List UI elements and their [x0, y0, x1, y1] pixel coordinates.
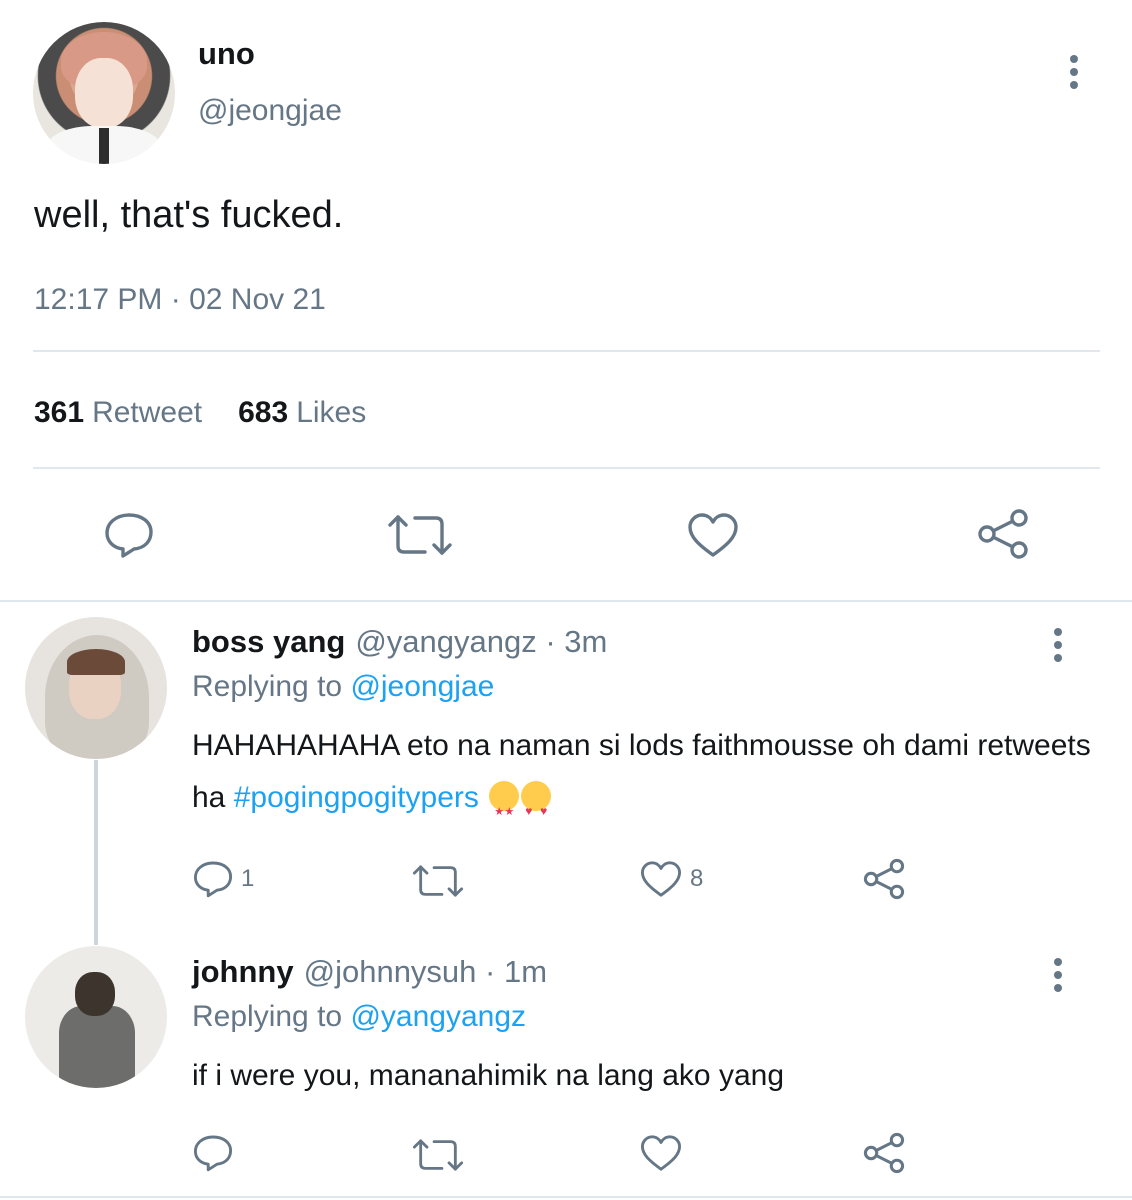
- reply-text: HAHAHAHAHA eto na naman si lods faithmou…: [192, 720, 1092, 838]
- reply-display-name[interactable]: johnny: [192, 954, 294, 989]
- reply-icon: [193, 861, 233, 898]
- retweet-stat[interactable]: 361 Retweet: [34, 396, 202, 430]
- retweet-icon[interactable]: [387, 514, 453, 556]
- replying-to-link[interactable]: @jeongjae: [350, 670, 494, 703]
- share-icon[interactable]: [863, 1132, 905, 1174]
- retweet-icon[interactable]: [412, 864, 464, 898]
- tweet-stats: 361 Retweet 683 Likes: [34, 396, 366, 430]
- divider: [0, 600, 1132, 602]
- star-struck-emoji: [489, 781, 520, 838]
- replying-to-prefix: Replying to: [192, 1000, 343, 1033]
- more-options-icon[interactable]: [1052, 958, 1064, 992]
- like-count: 8: [690, 865, 704, 892]
- main-tweet-text: well, that's fucked.: [34, 194, 344, 236]
- reply-text: if i were you, mananahimik na lang ako y…: [192, 1059, 785, 1092]
- reply-time: · 1m: [485, 954, 548, 989]
- share-icon[interactable]: [863, 858, 905, 900]
- reply-count: 1: [241, 865, 255, 892]
- main-tweet-handle[interactable]: @jeongjae: [198, 94, 342, 128]
- reply-icon[interactable]: [193, 1134, 233, 1172]
- likes-stat[interactable]: 683 Likes: [238, 396, 366, 430]
- divider: [33, 350, 1100, 352]
- retweet-label: Retweet: [92, 396, 203, 429]
- likes-count: 683: [238, 396, 289, 429]
- main-tweet-timestamp[interactable]: 12:17 PM · 02 Nov 21: [34, 283, 326, 317]
- replying-to-prefix: Replying to: [192, 670, 343, 703]
- thread-line: [94, 760, 98, 945]
- reply-handle[interactable]: @yangyangz: [355, 624, 536, 659]
- heart-eyes-emoji: [521, 781, 552, 837]
- more-options-icon[interactable]: [1052, 628, 1064, 662]
- hashtag-link[interactable]: #pogingpogitypers: [234, 781, 479, 814]
- reply-time: · 3m: [545, 624, 608, 659]
- reply-display-name[interactable]: boss yang: [192, 624, 345, 659]
- replying-to: Replying to @jeongjae: [192, 670, 494, 704]
- reply-avatar[interactable]: [25, 946, 167, 1088]
- reply-header: boss yang @yangyangz · 3m: [192, 624, 607, 660]
- like-icon: [640, 861, 682, 897]
- retweet-icon[interactable]: [412, 1138, 464, 1172]
- main-tweet-avatar[interactable]: [33, 22, 175, 164]
- reply-action[interactable]: 1: [193, 860, 254, 898]
- retweet-count: 361: [34, 396, 85, 429]
- divider: [0, 1196, 1132, 1198]
- reply-handle[interactable]: @johnnysuh: [304, 954, 477, 989]
- main-tweet-display-name[interactable]: uno: [198, 36, 255, 72]
- likes-label: Likes: [296, 396, 367, 429]
- share-icon[interactable]: [977, 508, 1029, 560]
- like-icon[interactable]: [687, 512, 739, 558]
- like-icon[interactable]: [640, 1134, 682, 1172]
- reply-avatar[interactable]: [25, 617, 167, 759]
- reply-header: johnny @johnnysuh · 1m: [192, 954, 547, 990]
- like-action[interactable]: 8: [640, 860, 703, 898]
- replying-to: Replying to @yangyangz: [192, 1000, 526, 1034]
- more-options-icon[interactable]: [1068, 55, 1080, 89]
- divider: [33, 467, 1100, 469]
- replying-to-link[interactable]: @yangyangz: [350, 1000, 526, 1033]
- reply-icon[interactable]: [104, 512, 154, 558]
